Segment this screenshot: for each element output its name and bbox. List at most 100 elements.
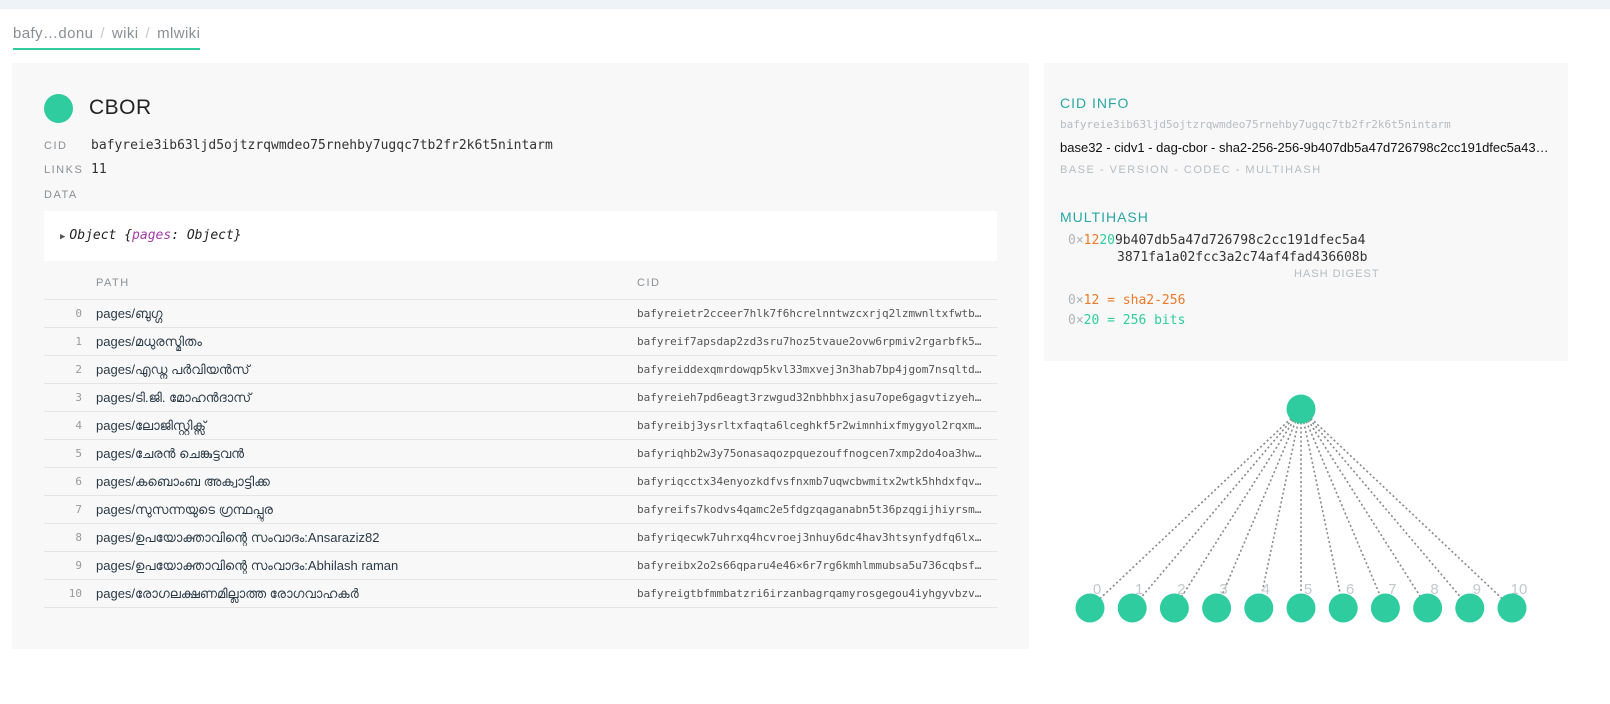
path-column-header: PATH (96, 277, 130, 289)
link-index: 5 (75, 447, 82, 460)
cid-parts-label: BASE - VERSION - CODEC - MULTIHASH (1060, 164, 1322, 176)
link-index: 2 (75, 363, 82, 376)
graph-child-node[interactable] (1286, 593, 1316, 623)
graph-child-node[interactable] (1455, 593, 1485, 623)
cid-info-cid: bafyreie3ib63ljd5ojtzrqwmdeo75rnehby7ugq… (1060, 118, 1451, 131)
hash-function-name: = sha2-256 (1099, 293, 1186, 308)
hash-length-code: 20 (1099, 233, 1115, 248)
graph-child-node[interactable] (1117, 593, 1147, 623)
link-path[interactable]: pages/ബുഗ്ഗ (96, 300, 637, 328)
link-cid[interactable]: bafyriqecwk7uhrxq4hcvroej3nhuy6dc4hav3ht… (637, 524, 997, 552)
link-index: 0 (75, 307, 82, 320)
hash-length-line: 0×20 = 256 bits (1068, 313, 1185, 328)
table-row[interactable]: 10 pages/രോഗലക്ഷണമില്ലാത്ത രോഗവാഹകർ bafyre… (44, 579, 997, 608)
breadcrumb-root[interactable]: bafy…donu (13, 25, 93, 42)
graph-child-node[interactable] (1370, 593, 1400, 623)
link-path[interactable]: pages/ഉപയോക്താവിന്റെ സംവാദം:Ansaraziz82 (96, 524, 637, 552)
link-path[interactable]: pages/എഡ്ന പർവിയൻസ് (96, 356, 637, 384)
link-path[interactable]: pages/സുസന്നയുടെ ഗ്രന്ഥപ്പുര (96, 496, 637, 524)
breadcrumb-separator: / (145, 25, 151, 42)
links-table: 0 pages/ബുഗ്ഗ bafyreietr2cceer7hlk7f6hcrel… (44, 299, 997, 608)
breadcrumb-separator: / (100, 25, 105, 42)
graph-edge (1258, 408, 1302, 609)
hash-function-code: 12 (1083, 293, 1100, 308)
link-index: 10 (68, 587, 82, 600)
table-row[interactable]: 4 pages/ലോജിസ്റ്റിക്സ് bafyreibj3ysrltxfaq… (44, 411, 997, 440)
link-path[interactable]: pages/ലോജിസ്റ്റിക്സ് (96, 412, 637, 440)
link-cid[interactable]: bafyreibj3ysrltxfaqta6lceghkf5r2wimnhixf… (637, 412, 997, 440)
graph-child-node[interactable] (1413, 593, 1443, 623)
link-path[interactable]: pages/ടി.ജി. മോഹൻദാസ് (96, 384, 637, 412)
graph-child-node[interactable] (1075, 593, 1105, 623)
table-row[interactable]: 6 pages/കബൊംബ അക്വാട്ടിക്ക bafyriqcctx34en… (44, 467, 997, 496)
object-tree-toggle[interactable]: ▶ Object {pages: Object} (60, 228, 242, 243)
link-index: 4 (75, 419, 82, 432)
table-row[interactable]: 3 pages/ടി.ജി. മോഹൻദാസ് bafyreieh7pd6eagt3… (44, 383, 997, 412)
data-label: DATA (44, 189, 78, 201)
table-row[interactable]: 8 pages/ഉപയോക്താവിന്റെ സംവാദം:Ansaraziz82… (44, 523, 997, 552)
table-row[interactable]: 7 pages/സുസന്നയുടെ ഗ്രന്ഥപ്പുര bafyreifs7k… (44, 495, 997, 524)
link-cid[interactable]: bafyreigtbfmmbatzri6irzanbagrqamyrosgego… (637, 580, 997, 608)
table-row[interactable]: 5 pages/ചേരൻ ചെങ്കുട്ടവൻ bafyriqhb2w3y75on… (44, 439, 997, 468)
graph-edge (1300, 408, 1513, 609)
hash-digest-line-1: 9b407db5a47d726798c2cc191dfec5a4 (1114, 233, 1366, 248)
link-cid[interactable]: bafyreiddexqmrdowqp5kvl33mxvej3n3hab7bp4… (637, 356, 997, 384)
graph-edge (1131, 408, 1302, 609)
graph-edge (1300, 408, 1429, 609)
link-cid[interactable]: bafyriqhb2w3y75onasaqozpquezouffnogcen7x… (637, 440, 997, 468)
graph-child-node[interactable] (1328, 593, 1358, 623)
graph-edge (1215, 408, 1302, 609)
cid-label: CID (44, 140, 68, 152)
link-cid[interactable]: bafyreifs7kodvs4qamc2e5fdgzqaganabn5t36p… (637, 496, 997, 524)
cid-column-header: CID (637, 277, 661, 289)
hash-digest-line-2: 3871fa1a02fcc3a2c74af4fad436608b (1117, 250, 1368, 265)
link-index: 1 (75, 335, 82, 348)
graph-child-node[interactable] (1244, 593, 1274, 623)
cid-info-title: CID INFO (1060, 95, 1130, 111)
table-row[interactable]: 0 pages/ബുഗ്ഗ bafyreietr2cceer7hlk7f6hcrel… (44, 299, 997, 328)
link-cid[interactable]: bafyreieh7pd6eagt3rzwgud32nbhbhxjasu7ope… (637, 384, 997, 412)
graph-child-node[interactable] (1202, 593, 1232, 623)
links-count: 11 (91, 162, 107, 177)
breadcrumb-current[interactable]: mlwiki (157, 25, 200, 42)
link-cid[interactable]: bafyreietr2cceer7hlk7f6hcrelnntwzcxrjq2l… (637, 300, 997, 328)
link-index: 9 (75, 559, 82, 572)
link-cid[interactable]: bafyreibx2o2s66qparu4e46×6r7rg6kmhlmmubs… (637, 552, 997, 580)
node-type-dot (44, 94, 73, 123)
hash-length-code: 20 (1083, 313, 1100, 328)
breadcrumb: bafy…donu / wiki / mlwiki (13, 25, 201, 50)
link-path[interactable]: pages/മധുരസ്മിതം (96, 328, 637, 356)
graph-edge (1173, 408, 1302, 609)
hash-function-code: 12 (1083, 233, 1100, 248)
graph-child-node[interactable] (1159, 593, 1189, 623)
hash-digest-label: HASH DIGEST (1294, 268, 1380, 280)
link-cid[interactable]: bafyriqcctx34enyozkdfvsfnxmb7uqwcbwmitx2… (637, 468, 997, 496)
hex-prefix: 0× (1068, 313, 1084, 328)
graph-edge (1089, 408, 1302, 609)
table-row[interactable]: 9 pages/ഉപയോക്താവിന്റെ സംവാദം:Abhilash ra… (44, 551, 997, 580)
link-index: 3 (75, 391, 82, 404)
table-row[interactable]: 1 pages/മധുരസ്മിതം bafyreif7apsdap2zd3sru7… (44, 327, 997, 356)
link-path[interactable]: pages/രോഗലക്ഷണമില്ലാത്ത രോഗവാഹകർ (96, 580, 637, 608)
dag-graph: 0 1 2 3 4 5 6 7 8 9 10 (1075, 394, 1527, 623)
expand-triangle-icon[interactable]: ▶ (60, 232, 65, 242)
graph-child-node[interactable] (1497, 593, 1527, 623)
top-bar (0, 0, 1610, 9)
table-row[interactable]: 2 pages/എഡ്ന പർവിയൻസ് bafyreiddexqmrdowqp5… (44, 355, 997, 384)
link-path[interactable]: pages/ചേരൻ ചെങ്കുട്ടവൻ (96, 440, 637, 468)
link-path[interactable]: pages/കബൊംബ അക്വാട്ടിക്ക (96, 468, 637, 496)
graph-root-node[interactable] (1286, 394, 1316, 424)
hash-function-line: 0×12 = sha2-256 (1068, 293, 1185, 308)
link-path[interactable]: pages/ഉപയോക്താവിന്റെ സംവാദം:Abhilash ram… (96, 552, 637, 580)
link-cid[interactable]: bafyreif7apsdap2zd3sru7hoz5tvaue2ovw6rpm… (637, 328, 997, 356)
node-codec-title: CBOR (89, 96, 152, 119)
object-prefix: Object { (69, 228, 133, 243)
multihash-title: MULTIHASH (1060, 209, 1149, 225)
cid-human-readable: base32 - cidv1 - dag-cbor - sha2-256-256… (1060, 140, 1552, 155)
cid-value: bafyreie3ib63ljd5ojtzrqwmdeo75rnehby7ugq… (91, 138, 553, 153)
hash-length-desc: = 256 bits (1099, 313, 1186, 328)
link-index: 8 (75, 531, 82, 544)
multihash-bytes: 0×12209b407db5a47d726798c2cc191dfec5a4 (1068, 233, 1365, 248)
breadcrumb-wiki[interactable]: wiki (112, 25, 139, 42)
object-key: pages (132, 228, 172, 243)
